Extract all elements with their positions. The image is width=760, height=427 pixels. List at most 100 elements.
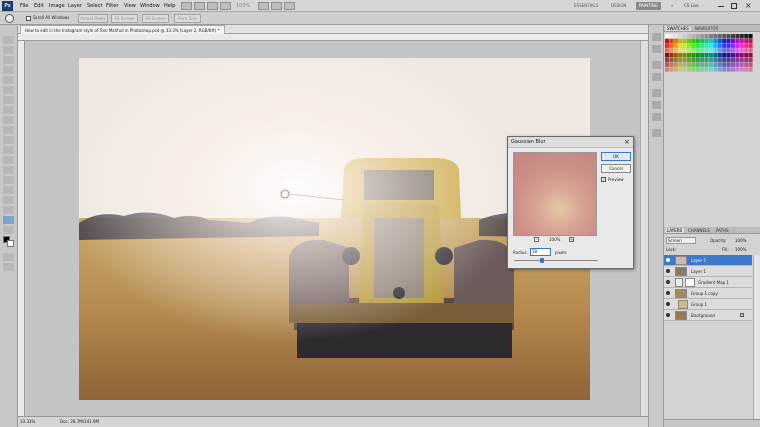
menu-image[interactable]: Image xyxy=(49,0,65,12)
layer-row-gradient-map-1[interactable]: Gradient Map 1 xyxy=(664,277,752,288)
menu-select[interactable]: Select xyxy=(87,0,102,12)
menu-window[interactable]: Window xyxy=(140,0,160,12)
type-tool-icon[interactable] xyxy=(3,186,14,194)
history-panel-icon[interactable] xyxy=(652,33,661,41)
layer-row-layer-2[interactable]: Layer 2 xyxy=(664,255,752,266)
preview-checkbox[interactable]: ✓ xyxy=(601,177,606,182)
clone-stamp-tool-icon[interactable] xyxy=(3,116,14,124)
radius-slider-thumb[interactable] xyxy=(539,258,544,263)
options-bar: Scroll All Windows Actual Pixels Fit Scr… xyxy=(0,12,760,25)
workspace-essentials[interactable]: ESSENTIALS xyxy=(571,2,601,10)
move-tool-icon[interactable] xyxy=(3,36,14,44)
visibility-eye-icon[interactable] xyxy=(666,258,670,262)
mini-bridge-icon[interactable] xyxy=(194,2,205,10)
visibility-eye-icon[interactable] xyxy=(666,302,670,306)
zoom-status[interactable]: 33.33% xyxy=(20,419,35,424)
more-workspaces[interactable]: » xyxy=(668,2,676,10)
gradient-tool-icon[interactable] xyxy=(3,146,14,154)
healing-brush-tool-icon[interactable] xyxy=(3,96,14,104)
hand-tool-icon[interactable] xyxy=(3,226,14,234)
fit-screen-button[interactable]: Fit Screen xyxy=(111,14,138,23)
tab-layers[interactable]: LAYERS xyxy=(665,228,685,233)
zoom-tool-active-icon[interactable] xyxy=(3,216,14,224)
crop-tool-icon[interactable] xyxy=(3,76,14,84)
menu-edit[interactable]: Edit xyxy=(34,0,44,12)
eraser-tool-icon[interactable] xyxy=(3,136,14,144)
menu-file[interactable]: File xyxy=(20,0,28,12)
tab-channels[interactable]: CHANNELS xyxy=(686,228,712,233)
workspace-painting[interactable]: PAINTING xyxy=(636,2,661,10)
pen-tool-icon[interactable] xyxy=(3,176,14,184)
maximize-icon[interactable] xyxy=(731,3,737,9)
fill-screen-button[interactable]: Fill Screen xyxy=(142,14,169,23)
tab-paths[interactable]: PATHS xyxy=(714,228,731,233)
marquee-tool-icon[interactable] xyxy=(3,46,14,54)
dodge-tool-icon[interactable] xyxy=(3,166,14,174)
tools-panel-icon[interactable] xyxy=(652,129,661,137)
lasso-tool-icon[interactable] xyxy=(3,56,14,64)
visibility-eye-icon[interactable] xyxy=(666,280,670,284)
swatch xyxy=(739,57,744,63)
clone-source-panel-icon[interactable] xyxy=(652,73,661,81)
layers-scrollbar[interactable] xyxy=(753,255,760,427)
close-icon[interactable]: × xyxy=(745,0,752,12)
menu-filter[interactable]: Filter xyxy=(106,0,118,12)
menu-help[interactable]: Help xyxy=(164,0,175,12)
menu-layer[interactable]: Layer xyxy=(68,0,82,12)
swatch-grid[interactable] xyxy=(665,34,753,72)
zoom-out-icon[interactable]: - xyxy=(534,237,539,242)
screen-mode-icon[interactable] xyxy=(284,2,295,10)
blur-preview-image[interactable] xyxy=(513,152,597,236)
ok-button[interactable]: OK xyxy=(601,152,631,161)
zoom-preset-icon[interactable] xyxy=(5,14,14,23)
masks-panel-icon[interactable] xyxy=(652,113,661,121)
quick-select-tool-icon[interactable] xyxy=(3,66,14,74)
scroll-all-checkbox[interactable] xyxy=(26,16,31,21)
visibility-eye-icon[interactable] xyxy=(666,269,670,273)
layer-row-group-1-copy[interactable]: Group 1 copy xyxy=(664,288,752,299)
shape-tool-icon[interactable] xyxy=(3,206,14,214)
dialog-close-icon[interactable]: × xyxy=(624,137,630,148)
visibility-eye-icon[interactable] xyxy=(666,313,670,317)
path-select-tool-icon[interactable] xyxy=(3,196,14,204)
actions-panel-icon[interactable] xyxy=(652,45,661,53)
screen-mode-tool-icon[interactable] xyxy=(3,263,14,271)
workspace-design[interactable]: DESIGN xyxy=(608,2,629,10)
print-size-button[interactable]: Print Size xyxy=(174,14,201,23)
opacity-value[interactable]: 100% xyxy=(735,238,746,243)
background-color-swatch[interactable] xyxy=(7,240,14,247)
bridge-icon[interactable] xyxy=(181,2,192,10)
minimize-icon[interactable] xyxy=(718,6,724,7)
layer-row-group-1[interactable]: Group 1 xyxy=(664,299,752,310)
cancel-button[interactable]: Cancel xyxy=(601,164,631,173)
adjustments-panel-icon[interactable] xyxy=(652,101,661,109)
quick-mask-icon[interactable] xyxy=(3,253,14,261)
zoom-level[interactable]: 100% xyxy=(236,0,250,12)
zoom-tool-icon[interactable] xyxy=(220,2,231,10)
brush-tool-icon[interactable] xyxy=(3,106,14,114)
tab-swatches[interactable]: SWATCHES xyxy=(665,26,691,31)
layer-row-layer-1[interactable]: Layer 1 xyxy=(664,266,752,277)
blend-mode-select[interactable]: Screen xyxy=(666,237,696,244)
tool-presets-panel-icon[interactable] xyxy=(652,89,661,97)
cs-live[interactable]: CS Live xyxy=(681,2,702,10)
visibility-eye-icon[interactable] xyxy=(666,291,670,295)
rotate-view-icon[interactable] xyxy=(258,2,269,10)
radius-input[interactable]: 58 xyxy=(530,248,551,256)
actual-pixels-button[interactable]: Actual Pixels xyxy=(78,14,108,23)
layers-footer-icons[interactable] xyxy=(664,419,760,427)
hand-tool-icon[interactable] xyxy=(207,2,218,10)
fill-value[interactable]: 100% xyxy=(735,247,746,252)
eyedropper-tool-icon[interactable] xyxy=(3,86,14,94)
menu-view[interactable]: View xyxy=(124,0,136,12)
document-tab[interactable]: How to edit in the Instagram style of To… xyxy=(20,25,225,34)
radius-slider-track[interactable] xyxy=(514,260,598,261)
brushes-panel-icon[interactable] xyxy=(652,61,661,69)
tab-navigator[interactable]: NAVIGATOR xyxy=(693,26,720,31)
zoom-in-icon[interactable]: + xyxy=(569,237,574,242)
blur-tool-icon[interactable] xyxy=(3,156,14,164)
arrange-documents-icon[interactable] xyxy=(271,2,282,10)
history-brush-tool-icon[interactable] xyxy=(3,126,14,134)
vertical-scrollbar[interactable] xyxy=(640,41,648,416)
layer-row-background[interactable]: Background xyxy=(664,310,752,321)
